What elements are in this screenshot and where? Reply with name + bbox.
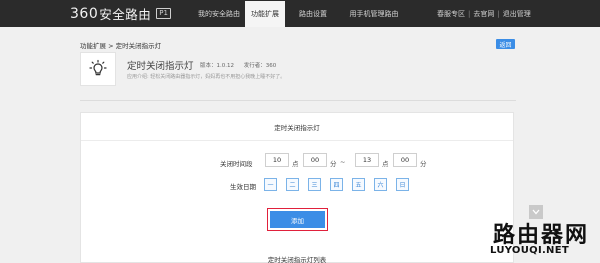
range-separator: ~: [340, 158, 346, 166]
plugin-icon-box: [80, 52, 116, 86]
day-toggle-mon[interactable]: 一: [264, 178, 277, 191]
link-logout[interactable]: 退出管理: [503, 9, 531, 19]
start-hour-unit: 点: [292, 160, 299, 168]
link-spring-zone[interactable]: 春服专区: [437, 9, 465, 19]
time-range-label: 关闭时间段: [220, 160, 253, 168]
nav-tab-my-router[interactable]: 我的安全路由: [188, 0, 250, 27]
end-minute-unit: 分: [420, 160, 427, 168]
lightbulb-icon: [89, 59, 107, 76]
logo[interactable]: 360 安全路由 P1: [70, 5, 171, 22]
end-hour-unit: 点: [382, 160, 389, 168]
link-separator: |: [497, 9, 500, 18]
days-label: 生效日期: [230, 183, 256, 191]
day-toggle-sat[interactable]: 六: [374, 178, 387, 191]
watermark-en: LUYOUQI.NET: [490, 245, 569, 256]
plugin-version: 版本：1.0.12: [200, 63, 234, 69]
plugin-publisher: 发行者：360: [243, 63, 277, 69]
start-minute-unit: 分: [330, 160, 337, 168]
add-button[interactable]: 添加: [270, 211, 325, 228]
logo-text: 安全路由: [99, 7, 152, 22]
back-button[interactable]: 返回: [496, 39, 515, 49]
section-divider: [80, 100, 516, 101]
start-minute-input[interactable]: 00: [303, 153, 327, 167]
card-divider: [81, 140, 513, 141]
day-toggle-fri[interactable]: 五: [352, 178, 365, 191]
breadcrumb[interactable]: 功能扩展 > 定时关闭指示灯: [80, 40, 161, 50]
day-toggle-wed[interactable]: 三: [308, 178, 321, 191]
day-toggle-sun[interactable]: 日: [396, 178, 409, 191]
schedule-list-title: 定时关闭指示灯列表: [267, 256, 327, 263]
nav-tab-router-settings[interactable]: 路由设置: [290, 0, 336, 27]
nav-tab-extensions[interactable]: 功能扩展: [245, 1, 285, 27]
top-links: 春服专区 | 去官网 | 退出管理: [437, 0, 531, 27]
plugin-meta: 版本：1.0.12 发行者：360: [200, 61, 276, 69]
plugin-description: 应用介绍: 轻松关闭路由器指示灯，妈妈再也不用担心我晚上睡不好了。: [127, 74, 286, 80]
chevron-down-icon: [532, 209, 540, 215]
nav-tab-mobile-manage[interactable]: 用手机管理路由: [336, 0, 412, 27]
logo-number: 360: [70, 5, 99, 22]
day-toggle-thu[interactable]: 四: [330, 178, 343, 191]
plugin-title: 定时关闭指示灯: [127, 61, 194, 72]
link-official-site[interactable]: 去官网: [473, 9, 494, 19]
end-minute-input[interactable]: 00: [393, 153, 417, 167]
end-hour-input[interactable]: 13: [355, 153, 379, 167]
day-toggle-tue[interactable]: 二: [286, 178, 299, 191]
link-separator: |: [468, 9, 471, 18]
schedule-card: 定时关闭指示灯 关闭时间段 10 点 00 分 ~ 13 点 00 分 生效日期…: [80, 112, 514, 263]
model-badge: P1: [156, 8, 171, 19]
top-navigation-bar: 360 安全路由 P1 我的安全路由 功能扩展 路由设置 用手机管理路由 春服专…: [0, 0, 600, 27]
start-hour-input[interactable]: 10: [265, 153, 289, 167]
card-title: 定时关闭指示灯: [274, 124, 320, 132]
